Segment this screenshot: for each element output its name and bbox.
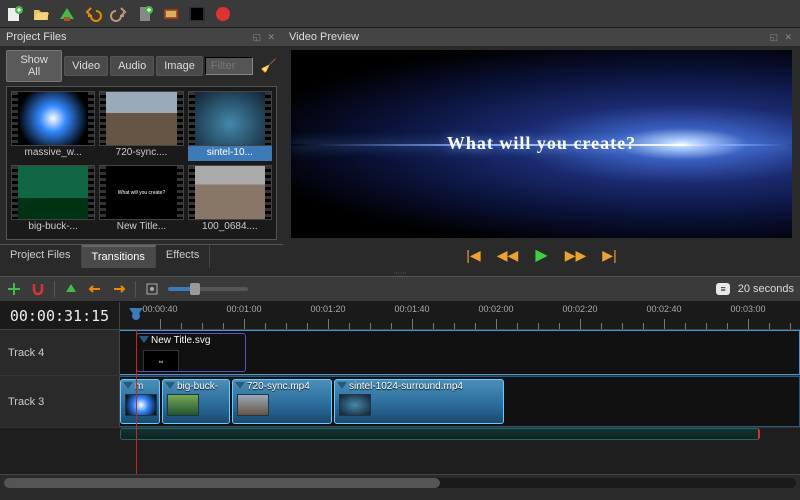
timeline-clip[interactable]: 720-sync.mp4 [232, 379, 332, 424]
clip-chevron-icon [165, 382, 175, 389]
timeline-track: Track 4 New Title.svg txt [0, 330, 800, 376]
prev-marker-icon[interactable] [87, 281, 103, 297]
rewind-icon[interactable]: ◀◀ [497, 246, 519, 264]
project-files-tabs: Project Files Transitions Effects [0, 244, 283, 268]
undo-icon[interactable] [84, 5, 102, 23]
timeline-clip[interactable]: m [120, 379, 160, 424]
timeline-clip-audio[interactable] [120, 428, 760, 440]
new-project-icon[interactable] [6, 5, 24, 23]
project-file-item[interactable]: 720-sync.... [99, 91, 183, 161]
project-file-label: big-buck-... [11, 220, 95, 235]
snap-icon[interactable] [30, 281, 46, 297]
preview-overlay-text: What will you create? [291, 133, 792, 154]
timeline-track: Track 3 m big-buck- 720-sync.mp4 [0, 376, 800, 428]
profiles-icon[interactable] [162, 5, 180, 23]
clip-label: 720-sync.mp4 [247, 381, 327, 392]
timeline-scrollbar[interactable] [0, 474, 800, 490]
timeline-clip[interactable]: big-buck- [162, 379, 230, 424]
timeline-clip[interactable]: sintel-1024-surround.mp4 [334, 379, 504, 424]
filter-video-button[interactable]: Video [64, 56, 108, 76]
timeline-timecode[interactable]: 00:00:31:15 [0, 302, 120, 329]
clip-label: New Title.svg [151, 335, 241, 346]
track-header[interactable]: Track 4 [0, 330, 120, 375]
play-icon[interactable]: ▶ [531, 246, 553, 264]
clip-chevron-icon [235, 382, 245, 389]
ruler-tick-label: 00:02:40 [646, 304, 681, 314]
track-header[interactable]: Track 3 [0, 376, 120, 427]
ruler-tick-label: 00:00:40 [142, 304, 177, 314]
project-file-label: sintel-10... [188, 146, 272, 161]
center-playhead-icon[interactable] [144, 281, 160, 297]
tab-project-files[interactable]: Project Files [0, 245, 82, 268]
fullscreen-icon[interactable] [188, 5, 206, 23]
timeline-clip[interactable]: New Title.svg txt [136, 333, 246, 372]
project-files-header: Project Files ◱ ✕ [0, 28, 283, 46]
dock-controls-icon[interactable]: ◱ ✕ [769, 32, 794, 43]
timeline-ruler[interactable]: 00:00:40 00:01:00 00:01:20 00:01:40 00:02:00… [120, 302, 800, 329]
filter-text-input[interactable] [205, 57, 253, 75]
tab-effects[interactable]: Effects [156, 245, 210, 268]
next-marker-icon[interactable] [111, 281, 127, 297]
project-files-title: Project Files [6, 31, 67, 43]
project-file-item[interactable]: 100_0684.... [188, 165, 272, 235]
project-files-panel: Project Files ◱ ✕ Show All Video Audio I… [0, 28, 283, 268]
project-file-item[interactable]: massive_w... [11, 91, 95, 161]
ruler-tick-label: 00:01:40 [394, 304, 429, 314]
zoom-badge-icon[interactable]: ≡ [716, 283, 729, 295]
open-project-icon[interactable] [32, 5, 50, 23]
playhead-marker-icon[interactable] [129, 308, 143, 318]
timeline-toolbar: ≡ 20 seconds [0, 276, 800, 302]
clip-chevron-icon [139, 336, 149, 343]
jump-end-icon[interactable]: ▶| [599, 246, 621, 264]
zoom-slider[interactable] [168, 287, 248, 291]
project-files-filter-row: Show All Video Audio Image 🧹 [0, 46, 283, 86]
clip-chevron-icon [123, 382, 133, 389]
timeline-panel: 00:00:31:15 00:00:4000:01:0000:01:2000:0… [0, 302, 800, 490]
ruler-tick-label: 00:02:20 [562, 304, 597, 314]
clear-filter-icon[interactable]: 🧹 [261, 58, 277, 74]
jump-start-icon[interactable]: |◀ [463, 246, 485, 264]
scrollbar-thumb[interactable] [4, 478, 440, 488]
preview-title: Video Preview [289, 31, 359, 43]
clip-label: big-buck- [177, 381, 225, 392]
clip-label: sintel-1024-surround.mp4 [349, 381, 499, 392]
main-toolbar [0, 0, 800, 28]
dock-controls-icon[interactable]: ◱ ✕ [252, 32, 277, 43]
project-file-label: New Title... [99, 220, 183, 235]
splitter-grip-icon[interactable]: ∙∙∙∙∙∙ [0, 268, 800, 276]
preview-canvas[interactable]: What will you create? [291, 50, 792, 238]
ruler-tick-label: 00:03:00 [730, 304, 765, 314]
preview-panel: Video Preview ◱ ✕ What will you create? … [283, 28, 800, 268]
ruler-tick-label: 00:01:00 [226, 304, 261, 314]
fast-forward-icon[interactable]: ▶▶ [565, 246, 587, 264]
filter-audio-button[interactable]: Audio [110, 56, 154, 76]
project-file-label: 720-sync.... [99, 146, 183, 161]
clip-label: m [135, 381, 155, 392]
ruler-tick-label: 00:01:20 [310, 304, 345, 314]
track-body[interactable]: New Title.svg txt [120, 330, 800, 375]
zoom-label: 20 seconds [738, 283, 794, 295]
clip-chevron-icon [337, 382, 347, 389]
import-files-icon[interactable] [136, 5, 154, 23]
project-file-label: 100_0684.... [188, 220, 272, 235]
export-icon[interactable] [214, 5, 232, 23]
project-file-item[interactable]: sintel-10... [188, 91, 272, 161]
project-file-item[interactable]: What will you create? New Title... [99, 165, 183, 235]
filter-image-button[interactable]: Image [156, 56, 203, 76]
add-marker-icon[interactable] [63, 281, 79, 297]
project-file-label: massive_w... [11, 146, 95, 161]
project-files-grid: massive_w... 720-sync.... sintel-10... b… [6, 86, 277, 240]
preview-header: Video Preview ◱ ✕ [283, 28, 800, 46]
transport-controls: |◀ ◀◀ ▶ ▶▶ ▶| [283, 238, 800, 268]
tab-transitions[interactable]: Transitions [82, 245, 156, 268]
project-file-item[interactable]: big-buck-... [11, 165, 95, 235]
add-track-icon[interactable] [6, 281, 22, 297]
save-project-icon[interactable] [58, 5, 76, 23]
filter-show-all-button[interactable]: Show All [6, 50, 62, 82]
track-body[interactable]: m big-buck- 720-sync.mp4 sintel-1024-sur… [120, 376, 800, 427]
ruler-tick-label: 00:02:00 [478, 304, 513, 314]
redo-icon[interactable] [110, 5, 128, 23]
timeline-tracks: Track 4 New Title.svg txt Track 3 m [0, 330, 800, 474]
